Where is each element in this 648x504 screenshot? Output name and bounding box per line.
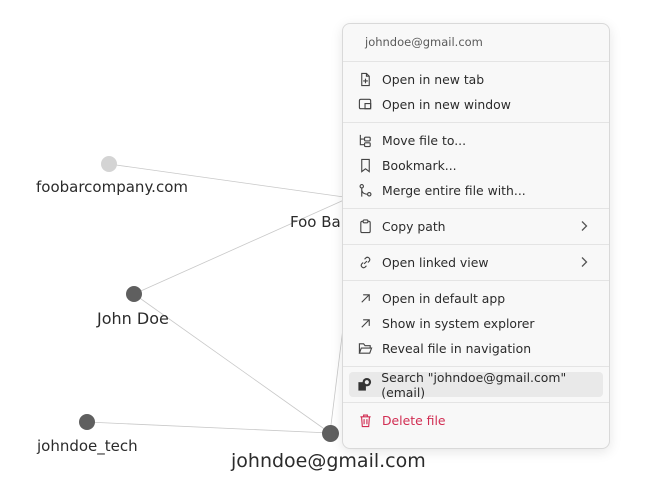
context-menu-section: Delete file [343, 403, 609, 438]
graph-node-foobarcompany[interactable] [101, 156, 117, 172]
menu-item-label: Open in default app [382, 291, 506, 306]
menu-item-merge-entire-file-with[interactable]: Merge entire file with... [349, 178, 603, 203]
context-menu-section: Copy path [343, 209, 609, 245]
menu-item-reveal-file-in-navigation[interactable]: Reveal file in navigation [349, 336, 603, 361]
menu-item-label: Merge entire file with... [382, 183, 526, 198]
git-merge-icon [357, 183, 373, 199]
menu-item-show-in-system-explorer[interactable]: Show in system explorer [349, 311, 603, 336]
graph-node-label: johndoe@gmail.com [231, 450, 426, 472]
graph-node-label: johndoe_tech [37, 437, 138, 455]
menu-item-label: Show in system explorer [382, 316, 535, 331]
search-shape-icon [357, 377, 372, 393]
graph-node-johndoe[interactable] [126, 286, 142, 302]
menu-item-open-in-new-window[interactable]: Open in new window [349, 92, 603, 117]
graph-node-label: John Doe [97, 309, 169, 328]
menu-item-label: Search "johndoe@gmail.com" (email) [381, 369, 567, 400]
chevron-right-icon [577, 219, 591, 233]
menu-item-open-in-new-tab[interactable]: Open in new tab [349, 67, 603, 92]
menu-item-move-file-to[interactable]: Move file to... [349, 128, 603, 153]
menu-item-label: Delete file [382, 413, 446, 428]
menu-item-open-linked-view[interactable]: Open linked view [349, 250, 603, 275]
menu-item-label: Open linked view [382, 255, 489, 270]
link-icon [357, 255, 373, 271]
menu-item-label: Copy path [382, 219, 446, 234]
menu-item-copy-path[interactable]: Copy path [349, 214, 603, 239]
clipboard-icon [357, 219, 373, 235]
context-menu-section: Search "johndoe@gmail.com" (email) [343, 367, 609, 403]
context-menu-section: Move file to... Bookmark... Merge entire f… [343, 123, 609, 209]
menu-item-label: Move file to... [382, 133, 467, 148]
context-menu-section: Open in default app Show in system explor… [343, 281, 609, 367]
context-menu-title: johndoe@gmail.com [343, 24, 609, 62]
bookmark-icon [357, 158, 373, 174]
menu-item-label: Reveal file in navigation [382, 341, 532, 356]
menu-item-label: Bookmark... [382, 158, 457, 173]
graph-node-johndoe-tech[interactable] [79, 414, 95, 430]
chevron-right-icon [577, 255, 591, 269]
file-plus-icon [357, 72, 373, 88]
menu-item-delete-file[interactable]: Delete file [349, 408, 603, 433]
window-icon [357, 97, 373, 113]
menu-item-open-in-default-app[interactable]: Open in default app [349, 286, 603, 311]
context-menu-section: Open in new tab Open in new window [343, 62, 609, 123]
menu-item-search-johndoe-gmail-com-email[interactable]: Search "johndoe@gmail.com" (email) [349, 369, 603, 400]
folder-tree-icon [357, 133, 373, 149]
trash-icon [357, 413, 373, 429]
context-menu: johndoe@gmail.com Open in new tab Open in… [342, 23, 610, 449]
arrow-up-right-icon [357, 291, 373, 307]
graph-edge [86, 421, 331, 434]
graph-node-label: Foo Bar [290, 213, 347, 231]
graph-node-label: foobarcompany.com [36, 178, 188, 196]
graph-node-email[interactable] [322, 425, 339, 442]
context-menu-section: Open linked view [343, 245, 609, 281]
folder-open-icon [357, 341, 373, 357]
menu-item-label: Open in new window [382, 97, 511, 112]
arrow-up-right-icon [357, 316, 373, 332]
menu-item-label: Open in new tab [382, 72, 485, 87]
menu-item-bookmark[interactable]: Bookmark... [349, 153, 603, 178]
